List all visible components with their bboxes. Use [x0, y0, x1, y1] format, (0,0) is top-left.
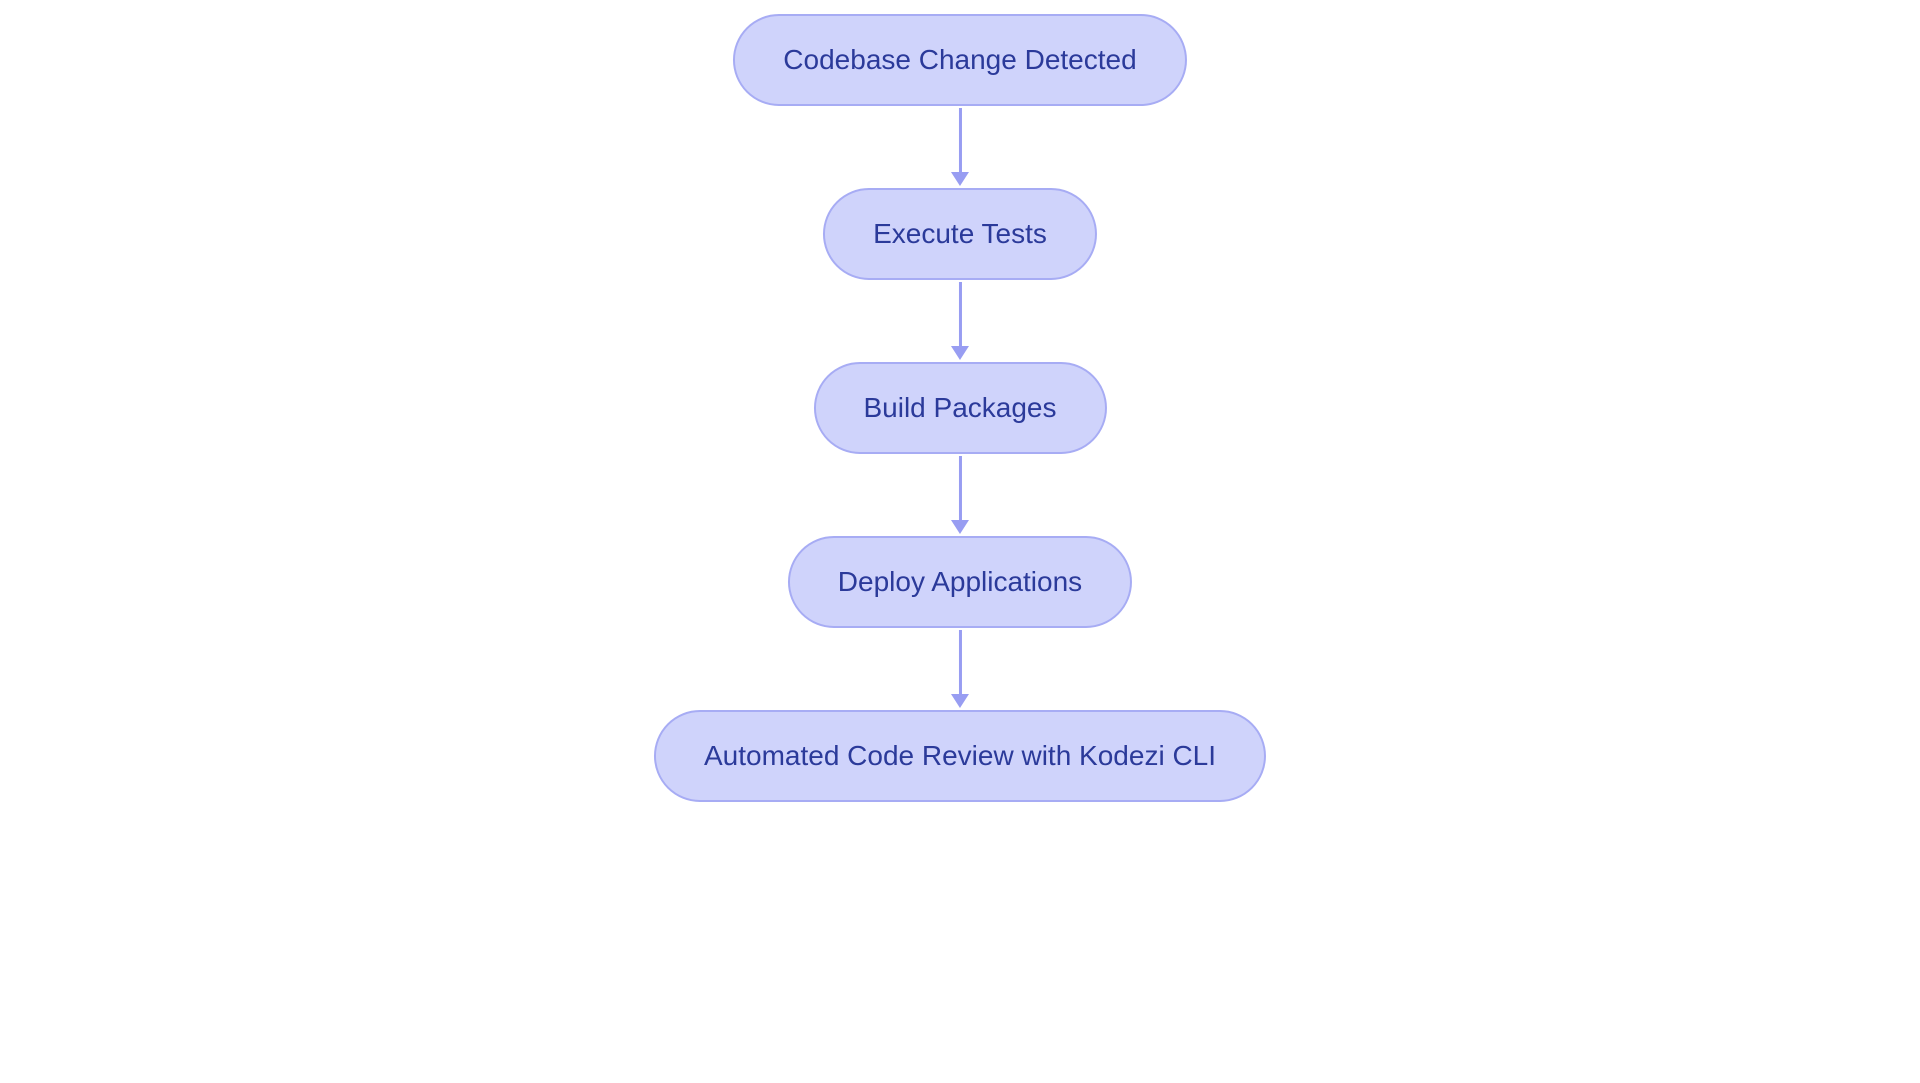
flow-node-label: Automated Code Review with Kodezi CLI: [704, 740, 1216, 772]
arrow-down-icon: [951, 282, 969, 362]
flow-node-execute-tests: Execute Tests: [823, 188, 1097, 280]
flow-node-label: Build Packages: [863, 392, 1056, 424]
flowchart-container: Codebase Change Detected Execute Tests B…: [654, 0, 1266, 802]
flow-node-code-review: Automated Code Review with Kodezi CLI: [654, 710, 1266, 802]
flow-node-deploy-applications: Deploy Applications: [788, 536, 1132, 628]
flow-node-codebase-change: Codebase Change Detected: [733, 14, 1186, 106]
flow-node-build-packages: Build Packages: [813, 362, 1106, 454]
flow-node-label: Execute Tests: [873, 218, 1047, 250]
flow-node-label: Deploy Applications: [838, 566, 1082, 598]
flow-node-label: Codebase Change Detected: [783, 44, 1136, 76]
arrow-down-icon: [951, 630, 969, 710]
arrow-down-icon: [951, 456, 969, 536]
arrow-down-icon: [951, 108, 969, 188]
